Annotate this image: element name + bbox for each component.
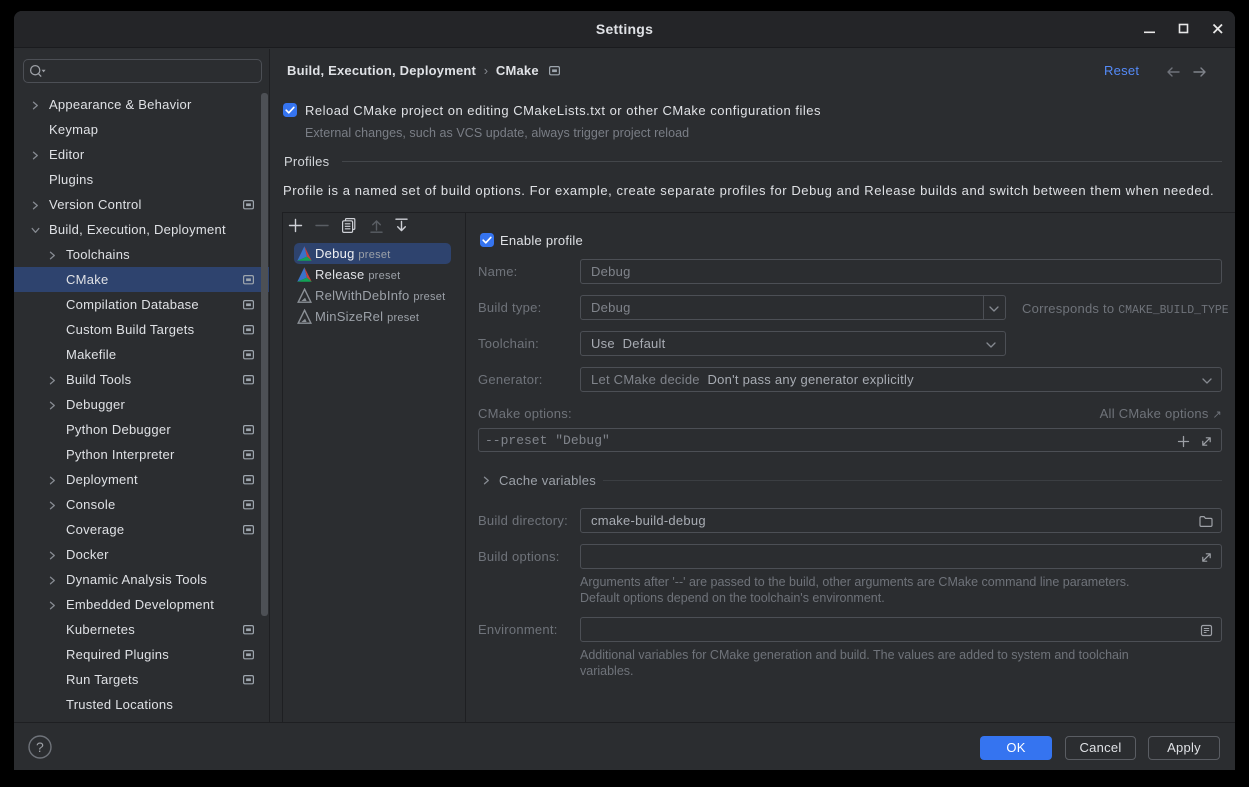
svg-text:?: ?	[36, 739, 44, 755]
